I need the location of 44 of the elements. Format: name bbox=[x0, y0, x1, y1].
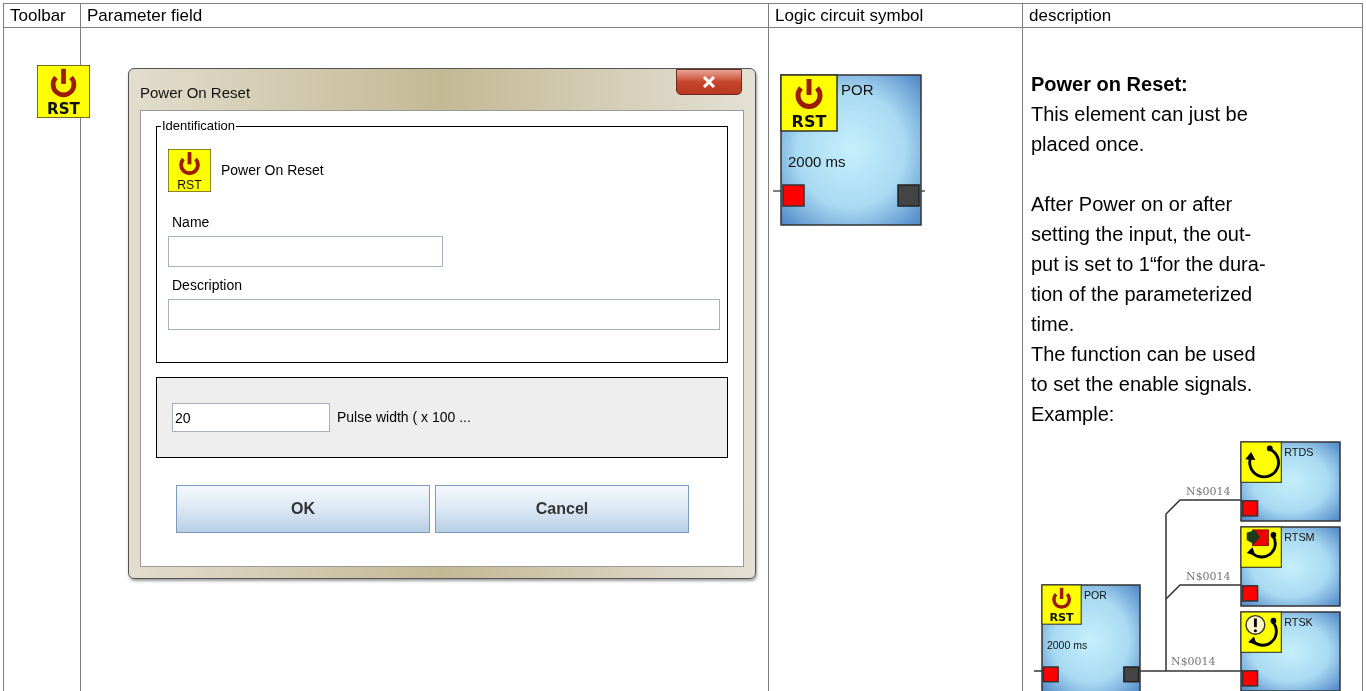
net-label: N$0014 bbox=[1171, 655, 1216, 668]
block-label: RTDS bbox=[1284, 446, 1314, 459]
block-time: 2000 ms bbox=[1046, 639, 1088, 652]
power-icon bbox=[1052, 587, 1072, 609]
input-pin[interactable] bbox=[782, 184, 805, 207]
pulse-width-label: Pulse width ( x 100 ... bbox=[337, 408, 471, 427]
net-label: N$0014 bbox=[1186, 485, 1231, 498]
alert-cycle-icon bbox=[1245, 614, 1278, 647]
hand-cycle-icon bbox=[1246, 529, 1277, 559]
column-header: Toolbar bbox=[10, 5, 66, 26]
icon-tile bbox=[1041, 584, 1082, 625]
close-icon bbox=[702, 76, 716, 88]
dialog-button[interactable]: Cancel bbox=[435, 485, 689, 533]
icon-label: RST bbox=[791, 112, 827, 131]
close-button[interactable] bbox=[676, 69, 742, 95]
column-header: Logic circuit symbol bbox=[775, 5, 924, 26]
column-header: Parameter field bbox=[87, 5, 203, 26]
window-title: Power On Reset bbox=[140, 83, 251, 103]
block-label: RTSK bbox=[1284, 616, 1313, 629]
block-label: POR bbox=[841, 81, 874, 98]
block-label: RTSM bbox=[1284, 531, 1315, 544]
input-pin[interactable] bbox=[1042, 666, 1059, 683]
input-pin[interactable] bbox=[1241, 670, 1259, 687]
field-label: Name bbox=[172, 214, 211, 230]
reset-element-icon: RST bbox=[168, 149, 211, 192]
field-label: Description bbox=[172, 277, 244, 293]
output-pin[interactable] bbox=[1123, 666, 1140, 683]
net-label: N$0014 bbox=[1186, 570, 1231, 583]
dialog-button[interactable]: OK bbox=[176, 485, 430, 533]
reset-tool-icon[interactable]: RST bbox=[37, 65, 90, 118]
column-header: description bbox=[1029, 5, 1112, 26]
icon-label: RST bbox=[1049, 611, 1074, 625]
text-field[interactable] bbox=[168, 236, 443, 267]
description-heading: Power on Reset: bbox=[1031, 72, 1189, 97]
description-text: After Power on or after setting the input, the out- put is set to 1“for the dura- tion of the parameterized time. The function can be used to set the enable signals. Example: bbox=[1031, 192, 1267, 427]
block-label: POR bbox=[1084, 589, 1107, 601]
pulse-width-field[interactable]: 20 bbox=[172, 403, 330, 432]
block-time: 2000 ms bbox=[788, 153, 846, 170]
input-pin[interactable] bbox=[1241, 500, 1259, 517]
element-name: Power On Reset bbox=[221, 161, 324, 180]
description-text: This element can just be placed once. bbox=[1031, 102, 1249, 157]
text-field[interactable] bbox=[168, 299, 720, 330]
power-icon bbox=[795, 79, 823, 110]
input-pin[interactable] bbox=[1241, 585, 1259, 602]
